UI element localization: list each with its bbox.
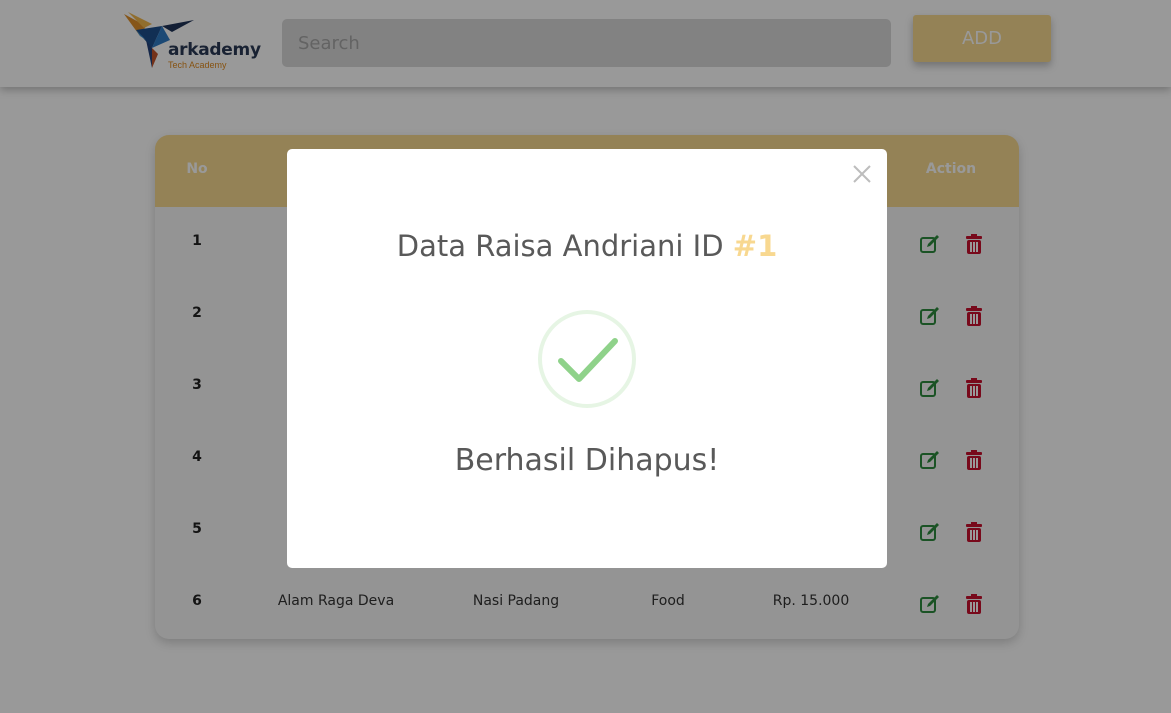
- dialog-title-id: #1: [732, 229, 778, 263]
- dialog-title-text: Data Raisa Andriani ID: [396, 229, 733, 263]
- dialog-title: Data Raisa Andriani ID #1: [287, 229, 887, 263]
- success-indicator: [537, 309, 637, 409]
- delete-success-dialog: Data Raisa Andriani ID #1 Berhasil Dihap…: [287, 149, 887, 568]
- close-button[interactable]: [849, 161, 875, 187]
- check-icon: [538, 310, 636, 408]
- dialog-message: Berhasil Dihapus!: [454, 443, 720, 478]
- close-icon: [853, 165, 871, 183]
